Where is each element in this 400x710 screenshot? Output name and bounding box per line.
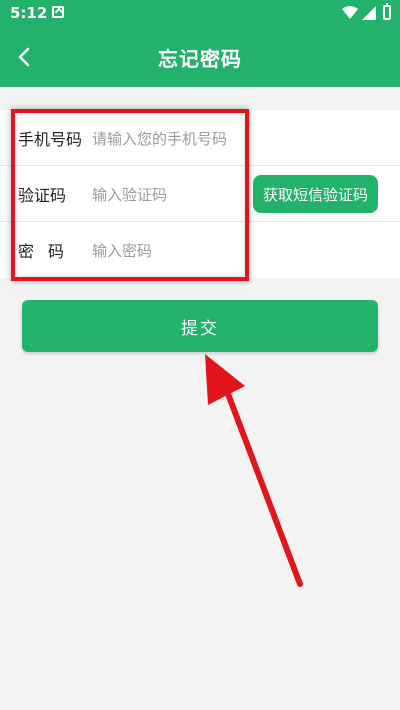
annotation-arrow: [205, 354, 303, 587]
submit-button[interactable]: 提交: [22, 300, 378, 352]
battery-icon: [383, 3, 391, 20]
app-bar: 忘记密码: [0, 27, 400, 87]
back-button[interactable]: [10, 41, 38, 73]
back-arrow-icon: [18, 47, 30, 67]
signal-icon: [362, 6, 376, 20]
status-time: 5:12: [10, 4, 48, 22]
page-title: 忘记密码: [158, 46, 242, 71]
annotation-arrow-shaft: [219, 375, 303, 587]
wifi-icon: [342, 6, 358, 19]
get-sms-code-button[interactable]: 获取短信验证码: [252, 175, 378, 213]
status-bar: 5:12: [0, 0, 400, 27]
annotation-arrow-head: [205, 354, 245, 405]
notification-icon: [52, 6, 64, 18]
annotation-highlight-box: [11, 109, 249, 281]
